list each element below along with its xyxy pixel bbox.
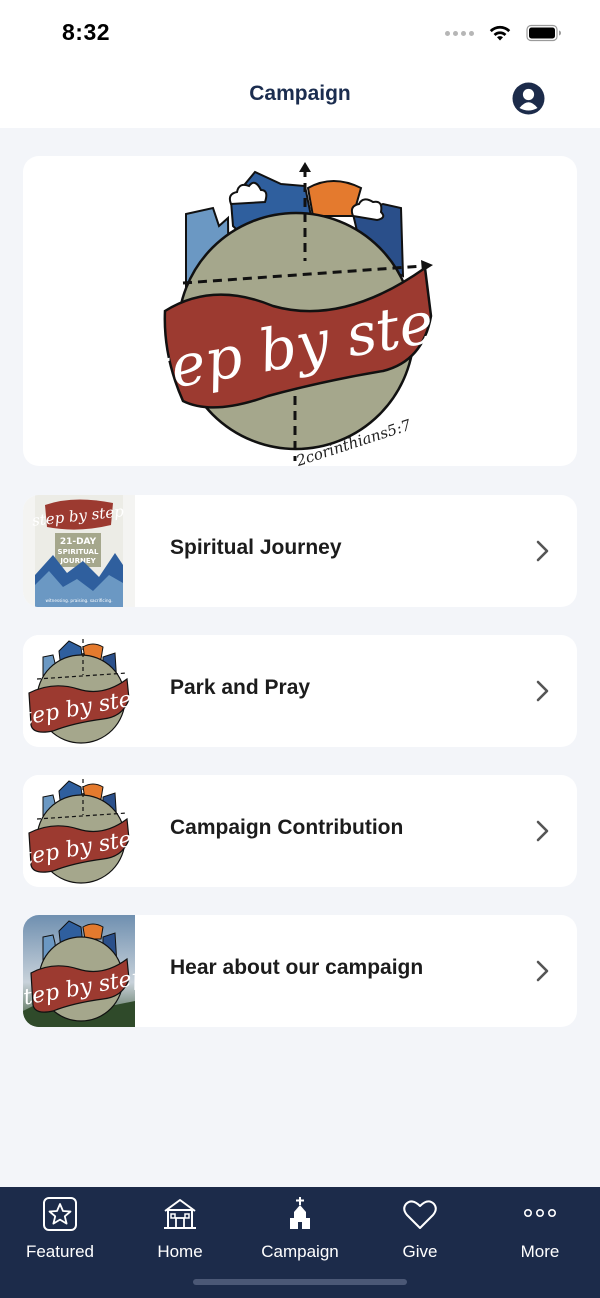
campaign-hero-card[interactable]: step by step 2corinthians5:7 — [23, 156, 577, 466]
status-bar: 8:32 — [0, 0, 600, 66]
tab-featured[interactable]: Featured — [0, 1187, 120, 1267]
list-item-label: Campaign Contribution — [170, 816, 404, 839]
more-dots-icon — [523, 1209, 556, 1218]
list-item-park-and-pray[interactable]: step by step Park and Pray — [23, 635, 577, 747]
step-by-step-logo: step by step 2corinthians5:7 — [113, 162, 475, 466]
chevron-right-icon — [536, 540, 549, 562]
wifi-icon — [489, 25, 511, 41]
tab-home[interactable]: Home — [120, 1187, 240, 1267]
tab-label: Give — [402, 1242, 438, 1261]
chevron-right-icon — [536, 680, 549, 702]
heart-icon — [403, 1200, 437, 1229]
page-title: Campaign — [249, 82, 351, 105]
tab-give[interactable]: Give — [360, 1187, 480, 1267]
tab-label: More — [520, 1242, 560, 1261]
list-item-hear-about-campaign[interactable]: step by step Hear about our campaign — [23, 915, 577, 1027]
profile-button[interactable] — [512, 82, 545, 115]
status-time: 8:32 — [62, 19, 111, 45]
nav-bar: Campaign — [0, 66, 600, 128]
tab-label: Featured — [25, 1242, 95, 1261]
signal-icon — [445, 30, 474, 36]
step-by-step-logo-thumbnail: step by step — [23, 635, 135, 747]
star-icon — [43, 1197, 77, 1231]
chevron-right-icon — [536, 820, 549, 842]
chevron-right-icon — [536, 960, 549, 982]
thumb-footer: witnessing. praising. sacrificing. — [45, 598, 112, 603]
tab-label: Home — [157, 1242, 203, 1261]
thumb-title-1: 21-DAY — [60, 537, 97, 547]
campaign-video-thumbnail: step by step — [23, 915, 135, 1027]
church-icon — [290, 1197, 310, 1229]
step-by-step-logo-thumbnail: step by step — [23, 775, 135, 887]
spiritual-journey-thumbnail: step by step 21-DAY SPIRITUAL JOURNEY wi… — [23, 495, 135, 607]
house-icon — [164, 1199, 196, 1229]
battery-icon — [526, 24, 561, 42]
list-item-label: Spiritual Journey — [170, 536, 342, 559]
tab-campaign[interactable]: Campaign — [240, 1187, 360, 1267]
status-icons — [445, 24, 562, 42]
thumb-title-2: SPIRITUAL — [58, 548, 99, 556]
list-item-label: Hear about our campaign — [170, 956, 424, 979]
home-indicator — [193, 1279, 407, 1285]
tab-more[interactable]: More — [480, 1187, 600, 1267]
tab-label: Campaign — [261, 1242, 339, 1261]
user-icon — [512, 82, 545, 115]
list-item-campaign-contribution[interactable]: step by step Campaign Contribution — [23, 775, 577, 887]
list-item-label: Park and Pray — [170, 676, 311, 699]
list-item-spiritual-journey[interactable]: step by step 21-DAY SPIRITUAL JOURNEY wi… — [23, 495, 577, 607]
thumb-title-3: JOURNEY — [59, 557, 96, 565]
